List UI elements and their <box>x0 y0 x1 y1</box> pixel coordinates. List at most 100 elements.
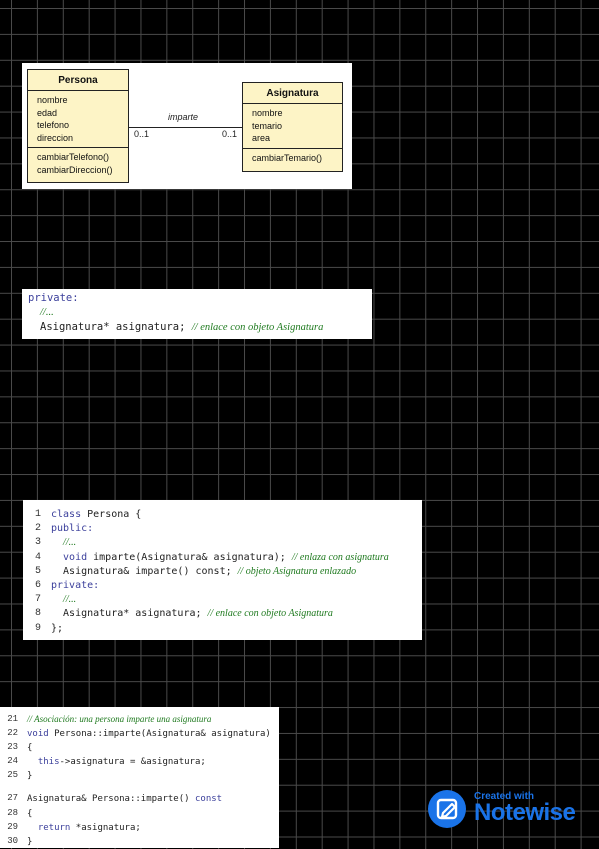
line-number: 24 <box>7 756 18 767</box>
line-number: 9 <box>34 622 41 634</box>
attribute: edad <box>37 107 58 118</box>
method: cambiarTelefono() <box>37 152 110 162</box>
code-text: ->asignatura = &asignatura; <box>59 757 206 768</box>
code-keyword: this <box>27 757 60 768</box>
line-number: 3 <box>34 537 41 549</box>
code-comment: //... <box>40 307 54 318</box>
code-text: Asignatura* asignatura; <box>40 321 186 333</box>
code-text: Asignatura& Persona::imparte() <box>27 794 195 805</box>
code-text: { <box>27 808 33 819</box>
code-text: { <box>27 743 33 754</box>
code-line: Asignatura* asignatura; // enlace con ob… <box>28 320 372 335</box>
methods-section: cambiarTelefono() cambiarDireccion() <box>28 148 128 179</box>
attribute: telefono <box>37 120 70 130</box>
code-line: 1 class Persona { <box>23 508 422 522</box>
attributes-section: nombre temario area <box>243 104 342 149</box>
line-number: 6 <box>34 580 41 592</box>
code-text: Persona::imparte(Asignatura& asignatura) <box>48 729 271 740</box>
code-keyword: public: <box>51 523 94 535</box>
code-line: 23 { <box>0 741 279 755</box>
code-text: *asignatura; <box>70 822 141 833</box>
pencil-icon <box>428 790 466 828</box>
code-line: 7 //... <box>23 593 422 607</box>
line-number: 2 <box>34 523 41 535</box>
line-number: 5 <box>34 565 41 577</box>
line-number: 8 <box>34 608 41 620</box>
code-line: 2 public: <box>23 522 422 536</box>
code-text: Asignatura& imparte() const; <box>51 565 238 577</box>
line-number: 21 <box>7 714 18 724</box>
attribute: nombre <box>37 95 68 105</box>
class-title: Persona <box>28 70 128 91</box>
brand-name: Notewise <box>474 799 576 826</box>
code-keyword: class <box>51 509 82 520</box>
line-number: 30 <box>7 835 18 846</box>
code-comment: // enlace con objeto Asignatura <box>191 322 324 333</box>
class-persona: Persona nombre edad telefono direccion c… <box>27 69 129 183</box>
line-number: 23 <box>7 742 18 753</box>
line-number: 4 <box>34 551 41 563</box>
code-line: 22 void Persona::imparte(Asignatura& asig… <box>0 727 279 741</box>
code-text: } <box>27 771 33 782</box>
code-line: 27 Asignatura& Persona::imparte() const <box>0 792 279 806</box>
association-label: imparte <box>168 112 199 122</box>
code-text: } <box>27 836 33 847</box>
attribute: temario <box>252 120 283 131</box>
line-number: 1 <box>34 509 41 520</box>
code-comment: // Asociación: una persona imparte una a… <box>27 714 212 724</box>
code-keyword: private: <box>51 580 100 592</box>
line-number: 28 <box>7 807 18 818</box>
attribute: area <box>252 133 271 143</box>
line-number: 29 <box>7 821 18 832</box>
code-comment: // enlaza con asignatura <box>291 551 389 563</box>
attributes-section: nombre edad telefono direccion <box>28 91 128 148</box>
code-line: 5 Asignatura& imparte() const; // objeto… <box>23 565 422 579</box>
code-line: 8 Asignatura* asignatura; // enlace con … <box>23 607 422 621</box>
code-snippet-implementation: 21 // Asociación: una persona imparte una… <box>0 707 279 848</box>
code-line: 21 // Asociación: una persona imparte una… <box>0 713 279 727</box>
code-keyword: void <box>27 729 49 740</box>
line-number: 22 <box>7 728 18 739</box>
code-line: 25} <box>0 769 279 783</box>
code-line: 24 this->asignatura = &asignatura; <box>0 755 279 769</box>
notewise-badge[interactable]: Created with Notewise <box>428 788 588 832</box>
code-line: 6 private: <box>23 579 422 593</box>
code-comment: //... <box>63 537 77 549</box>
code-keyword: return <box>27 822 71 833</box>
method: cambiarTemario() <box>252 152 323 163</box>
code-keyword: const <box>194 794 223 805</box>
code-line: 4 void imparte(Asignatura& asignatura); … <box>23 551 422 565</box>
code-line: 28 { <box>0 807 279 821</box>
code-line: 9}; <box>23 622 422 636</box>
line-number: 7 <box>34 594 41 606</box>
method: cambiarDireccion() <box>37 164 113 175</box>
code-text: Asignatura* asignatura; <box>51 608 208 620</box>
multiplicity-right: 0..1 <box>222 129 238 139</box>
uml-diagram: Persona nombre edad telefono direccion c… <box>22 63 352 189</box>
code-comment: // enlace con objeto Asignatura <box>207 608 333 620</box>
code-snippet-private: private: //... Asignatura* asignatura; /… <box>22 289 372 339</box>
line-number: 27 <box>7 793 18 804</box>
class-title: Asignatura <box>243 83 342 104</box>
class-asignatura: Asignatura nombre temario area cambiarTe… <box>242 82 343 172</box>
code-line: private: <box>28 292 79 304</box>
code-text: Persona { <box>81 509 142 520</box>
association-line <box>129 127 243 128</box>
attribute: direccion <box>37 132 74 143</box>
code-comment: //... <box>63 594 77 606</box>
code-line: //... <box>28 305 372 320</box>
code-line: 30} <box>0 835 279 849</box>
code-text: }; <box>51 622 64 634</box>
line-number: 25 <box>7 770 18 781</box>
code-text: imparte(Asignatura& asignatura); <box>87 551 292 563</box>
attribute: nombre <box>252 108 283 118</box>
code-keyword: void <box>51 551 88 563</box>
multiplicity-left: 0..1 <box>134 129 150 139</box>
code-comment: // objeto Asignatura enlazado <box>237 565 357 577</box>
methods-section: cambiarTemario() <box>243 149 342 168</box>
code-snippet-class-persona: 1 class Persona { 2 public: 3 //... 4 void im… <box>23 500 422 640</box>
code-line: 29 return *asignatura; <box>0 821 279 835</box>
